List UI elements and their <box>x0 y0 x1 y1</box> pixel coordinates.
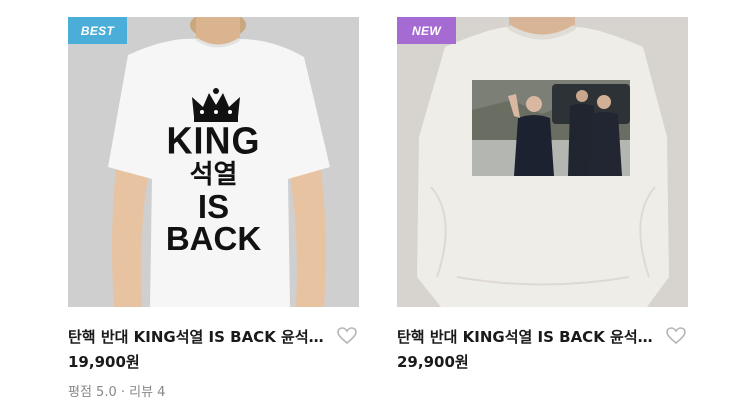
product-image[interactable]: KING 석열 IS BACK BEST <box>68 17 359 307</box>
wishlist-heart-icon[interactable] <box>336 325 358 347</box>
crown-icon <box>192 88 240 122</box>
product-image[interactable]: NEW <box>397 17 688 307</box>
best-badge: BEST <box>68 17 127 44</box>
product-title[interactable]: 탄핵 반대 KING석열 IS BACK 윤석열 맨투맨 <box>397 326 661 347</box>
print-line-is: IS <box>197 188 230 225</box>
print-line-name: 석열 <box>189 160 238 190</box>
product-price: 19,900원 <box>68 353 140 371</box>
print-line-back: BACK <box>165 220 262 257</box>
print-line-king: KING <box>166 118 261 162</box>
product-price: 29,900원 <box>397 353 469 371</box>
new-badge: NEW <box>397 17 456 44</box>
product-rating: 평점 5.0 · 리뷰 4 <box>68 385 166 400</box>
wishlist-heart-icon[interactable] <box>665 325 687 347</box>
photo-print-image <box>472 80 630 176</box>
product-title[interactable]: 탄핵 반대 KING석열 IS BACK 윤석열 티셔츠 <box>68 326 332 347</box>
product-card[interactable]: KING 석열 IS BACK BEST 탄핵 반대 KING석열 IS BAC… <box>68 17 359 400</box>
product-card[interactable]: NEW 탄핵 반대 KING석열 IS BACK 윤석열 맨투맨 29,900원 <box>397 17 688 372</box>
